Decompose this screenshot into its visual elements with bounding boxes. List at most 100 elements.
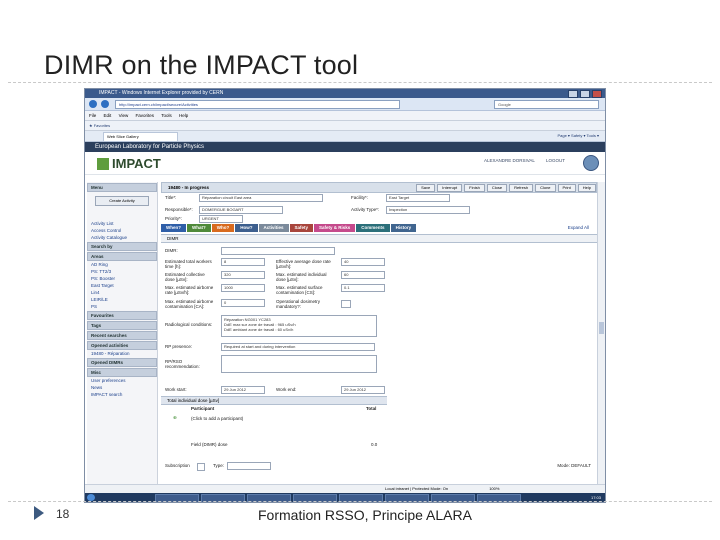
area-item[interactable]: East Target [87,282,157,289]
eff-dose-rate-field[interactable]: 40 [341,258,385,266]
field-dose-value: 0.0 [371,442,378,447]
tab-safety[interactable]: Safety [289,224,314,232]
title-field[interactable]: Réparation circuit East area [199,194,323,202]
tab-impact[interactable]: Web Slice Gallery [103,132,178,142]
area-item[interactable]: PS: TT2/3 [87,268,157,275]
est-total-time-label: Estimated total workers time [h]: [165,259,212,269]
misc-head[interactable]: Misc [87,368,157,377]
forward-icon[interactable] [101,100,109,108]
search-head[interactable]: Search by [87,242,157,251]
maximize-icon[interactable] [580,90,590,98]
tab-how[interactable]: How? [235,224,258,232]
type-select[interactable] [227,462,271,470]
slide-footer: Formation RSSO, Principe ALARA [258,507,472,523]
menu-favorites[interactable]: Favorites [136,113,155,118]
rp-reco-textarea[interactable] [221,355,377,373]
priority-field[interactable]: URGENT [199,215,243,223]
logout-link[interactable]: LOGOUT [546,158,565,163]
max-airborne-field[interactable]: 0 [221,299,265,307]
tab-comments[interactable]: Comments [356,224,390,232]
create-activity-button[interactable]: Create Activity [95,196,149,206]
interrupt-button[interactable]: Interrupt [437,184,463,192]
areas-head[interactable]: Areas [87,252,157,261]
bottom-divider [8,501,712,502]
max-indiv-dose-field[interactable]: 60 [341,271,385,279]
area-item[interactable]: PS [87,303,157,310]
scroll-thumb[interactable] [599,322,604,334]
rp-presence-select[interactable]: Required at start and during interventio… [221,343,375,351]
menu-tools[interactable]: Tools [161,113,172,118]
globe-icon [583,155,599,171]
menu-view[interactable]: View [119,113,129,118]
area-item[interactable]: AD Ring [87,261,157,268]
close-icon[interactable] [592,90,602,98]
dosimetry-checkbox[interactable] [341,300,351,308]
opened-dimrs-head[interactable]: Opened DIMRs [87,358,157,367]
area-item[interactable]: PS: Booster [87,275,157,282]
help-button[interactable]: Help [577,184,596,192]
print-button[interactable]: Print [557,184,576,192]
max-surface-field[interactable]: 0.1 [341,284,385,292]
misc-item[interactable]: IMPACT search [87,391,157,398]
misc-item[interactable]: News [87,384,157,391]
add-participant-link[interactable]: (Click to add a participant) [191,416,243,421]
facility-field[interactable]: East Target [386,194,450,202]
back-icon[interactable] [89,100,97,108]
dimr-select[interactable] [221,247,335,255]
radiological-textarea[interactable]: Réparation NG001 YC283 DdE max sur zone … [221,315,377,337]
work-start-field[interactable]: 29 Jun 2012 [221,386,265,394]
logo-icon [97,158,109,170]
finish-button[interactable]: Finish [464,184,485,192]
tab-who[interactable]: Who? [211,224,235,232]
window-controls [568,90,602,98]
menu-help[interactable]: Help [179,113,188,118]
url-input[interactable]: http://impact.cern.ch/impact/secure/Acti… [115,100,400,109]
tab-history[interactable]: History [390,224,417,232]
top-divider [8,82,712,83]
dimr-section-head[interactable]: DIMR [161,234,599,243]
menu-file[interactable]: File [89,113,96,118]
dimr-label: DIMR: [165,248,178,253]
vertical-scrollbar[interactable] [597,182,605,490]
link-activity-list[interactable]: Activity List [87,220,157,227]
tab-what[interactable]: What? [187,224,211,232]
expand-all-link[interactable]: Expand All [568,225,589,230]
misc-item[interactable]: User preferences [87,377,157,384]
responsible-field[interactable]: DOMERGUE BOGART [199,206,283,214]
work-end-field[interactable]: 29 Jun 2012 [341,386,385,394]
close-button[interactable]: Close [486,184,508,192]
max-air-label: Max. estimated airborne rate [µSv/h]: [165,285,214,295]
facility-label: Facility*: [351,195,369,200]
opened-activity-item[interactable]: 19480 - Réparation [87,350,157,357]
est-collective-dose-field[interactable]: 320 [221,271,265,279]
area-item[interactable]: Lin4 [87,289,157,296]
tab-activities[interactable]: Activities [258,224,289,232]
browser-screenshot: IMPACT - Windows Internet Explorer provi… [84,88,606,503]
search-input[interactable]: Google [494,100,599,109]
max-air-field[interactable]: 1000 [221,284,265,292]
minimize-icon[interactable] [568,90,578,98]
mode-label: Mode: DEFAULT [557,463,591,468]
est-total-time-field[interactable]: 8 [221,258,265,266]
menu-edit[interactable]: Edit [104,113,112,118]
recent-searches-head[interactable]: Recent searches [87,331,157,340]
clone-button[interactable]: Clone [535,184,556,192]
activity-type-field[interactable]: Inspection [386,206,470,214]
subscription-checkbox[interactable] [197,463,205,471]
add-icon[interactable]: ⊕ [173,415,177,421]
menu-bar: File Edit View Favorites Tools Help [85,111,605,121]
tab-when[interactable]: When? [161,224,186,232]
link-access-control[interactable]: Access Control [87,227,157,234]
link-activity-catalogue[interactable]: Activity Catalogue [87,234,157,241]
command-bar[interactable]: Page ▾ Safety ▾ Tools ▾ [557,133,599,138]
opened-activities-head[interactable]: Opened activities [87,341,157,350]
area-item[interactable]: LEIR/LE [87,296,157,303]
start-icon[interactable] [87,494,95,501]
tab-safety-risks[interactable]: Safety & Risks [314,224,356,232]
refresh-button[interactable]: Refresh [509,184,534,192]
favorites-button[interactable]: Favorites [94,123,110,128]
tags-head[interactable]: Tags [87,321,157,330]
favourites-head[interactable]: Favourites [87,311,157,320]
zoom-level[interactable]: 100% [489,486,499,491]
save-button[interactable]: Save [416,184,436,192]
